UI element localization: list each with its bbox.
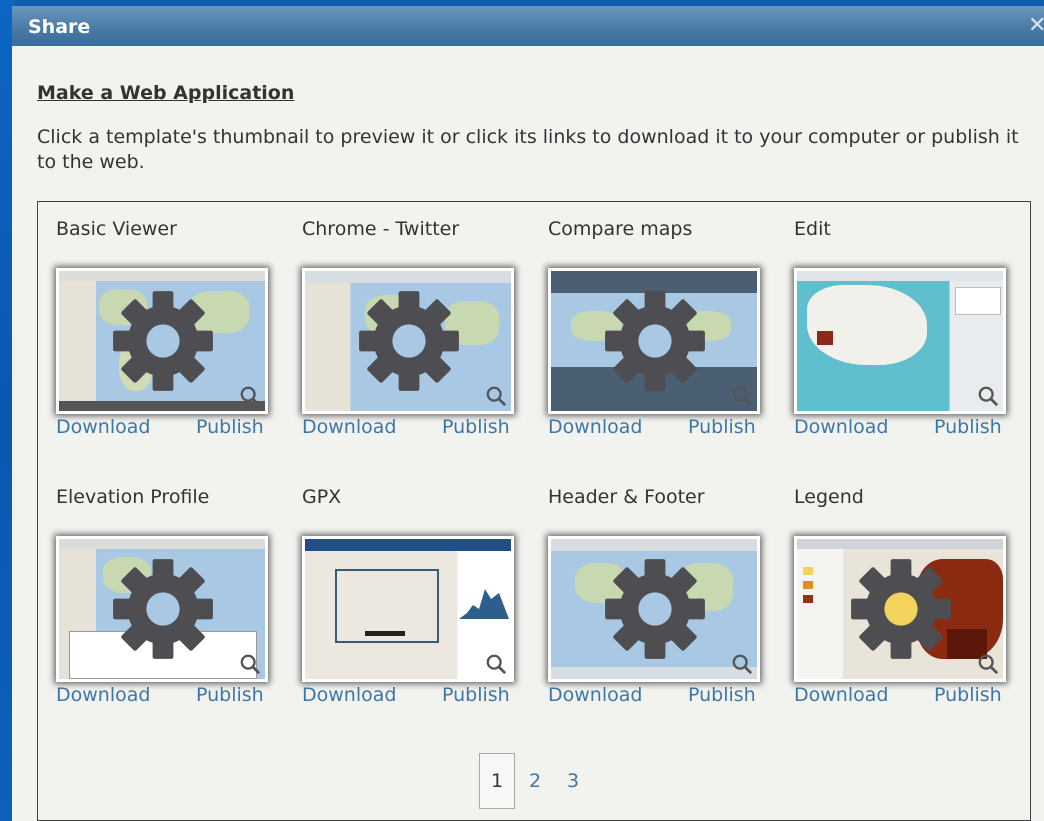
template-title: Edit — [794, 218, 831, 240]
download-link[interactable]: Download — [56, 416, 150, 438]
dialog-title: Share — [28, 16, 91, 38]
template-item: GPX Download Publish — [296, 470, 526, 720]
download-link[interactable]: Download — [794, 684, 888, 706]
template-title: Chrome - Twitter — [302, 218, 460, 240]
gear-icon — [113, 559, 213, 659]
template-thumbnail[interactable] — [548, 268, 760, 414]
dialog-titlebar: Share ✕ — [12, 6, 1044, 46]
template-title: Basic Viewer — [56, 218, 177, 240]
download-link[interactable]: Download — [548, 416, 642, 438]
publish-link[interactable]: Publish — [934, 416, 1002, 438]
gear-icon — [113, 291, 213, 391]
magnifier-icon[interactable] — [731, 653, 753, 675]
publish-link[interactable]: Publish — [688, 416, 756, 438]
map-preview — [797, 271, 1003, 411]
template-thumbnail[interactable] — [548, 536, 760, 682]
template-item: Compare maps Download Publish — [542, 202, 772, 452]
download-link[interactable]: Download — [794, 416, 888, 438]
magnifier-icon[interactable] — [239, 653, 261, 675]
gear-icon — [359, 291, 459, 391]
gear-icon — [605, 291, 705, 391]
template-item: Header & Footer Download Publish — [542, 470, 772, 720]
publish-link[interactable]: Publish — [196, 684, 264, 706]
magnifier-icon[interactable] — [977, 653, 999, 675]
template-title: Compare maps — [548, 218, 693, 240]
download-link[interactable]: Download — [56, 684, 150, 706]
template-thumbnail[interactable] — [794, 536, 1006, 682]
template-item: Chrome - Twitter Download Publish — [296, 202, 526, 452]
page-link-2[interactable]: 2 — [529, 770, 541, 792]
template-item: Legend Download Publish — [788, 470, 1018, 720]
map-preview — [305, 539, 511, 679]
magnifier-icon[interactable] — [239, 385, 261, 407]
instructions-text: Click a template's thumbnail to preview … — [37, 126, 1019, 173]
page-current: 1 — [479, 753, 515, 809]
template-title: Elevation Profile — [56, 486, 210, 508]
template-thumbnail[interactable] — [56, 268, 268, 414]
publish-link[interactable]: Publish — [196, 416, 264, 438]
gear-icon — [605, 559, 705, 659]
template-item: Edit Download Publish — [788, 202, 1018, 452]
template-thumbnail[interactable] — [794, 268, 1006, 414]
gear-icon — [851, 559, 951, 659]
elevation-chart — [459, 589, 509, 619]
close-icon[interactable]: ✕ — [1028, 15, 1044, 37]
page-link-3[interactable]: 3 — [567, 770, 579, 792]
publish-link[interactable]: Publish — [442, 416, 510, 438]
template-item: Elevation Profile Download Publish — [50, 470, 280, 720]
share-dialog: Share ✕ Make a Web Application Click a t… — [12, 6, 1044, 821]
template-thumbnail[interactable] — [56, 536, 268, 682]
section-heading: Make a Web Application — [37, 82, 295, 104]
download-link[interactable]: Download — [302, 416, 396, 438]
publish-link[interactable]: Publish — [688, 684, 756, 706]
magnifier-icon[interactable] — [485, 385, 507, 407]
magnifier-icon[interactable] — [731, 385, 753, 407]
publish-link[interactable]: Publish — [442, 684, 510, 706]
template-title: Header & Footer — [548, 486, 705, 508]
template-thumbnail[interactable] — [302, 536, 514, 682]
template-title: GPX — [302, 486, 342, 508]
template-item: Basic Viewer Download Publish — [50, 202, 280, 452]
template-gallery: Basic Viewer Download Publish Chrome - T… — [37, 201, 1031, 821]
magnifier-icon[interactable] — [485, 653, 507, 675]
publish-link[interactable]: Publish — [934, 684, 1002, 706]
download-link[interactable]: Download — [548, 684, 642, 706]
download-link[interactable]: Download — [302, 684, 396, 706]
magnifier-icon[interactable] — [977, 385, 999, 407]
template-thumbnail[interactable] — [302, 268, 514, 414]
template-title: Legend — [794, 486, 864, 508]
